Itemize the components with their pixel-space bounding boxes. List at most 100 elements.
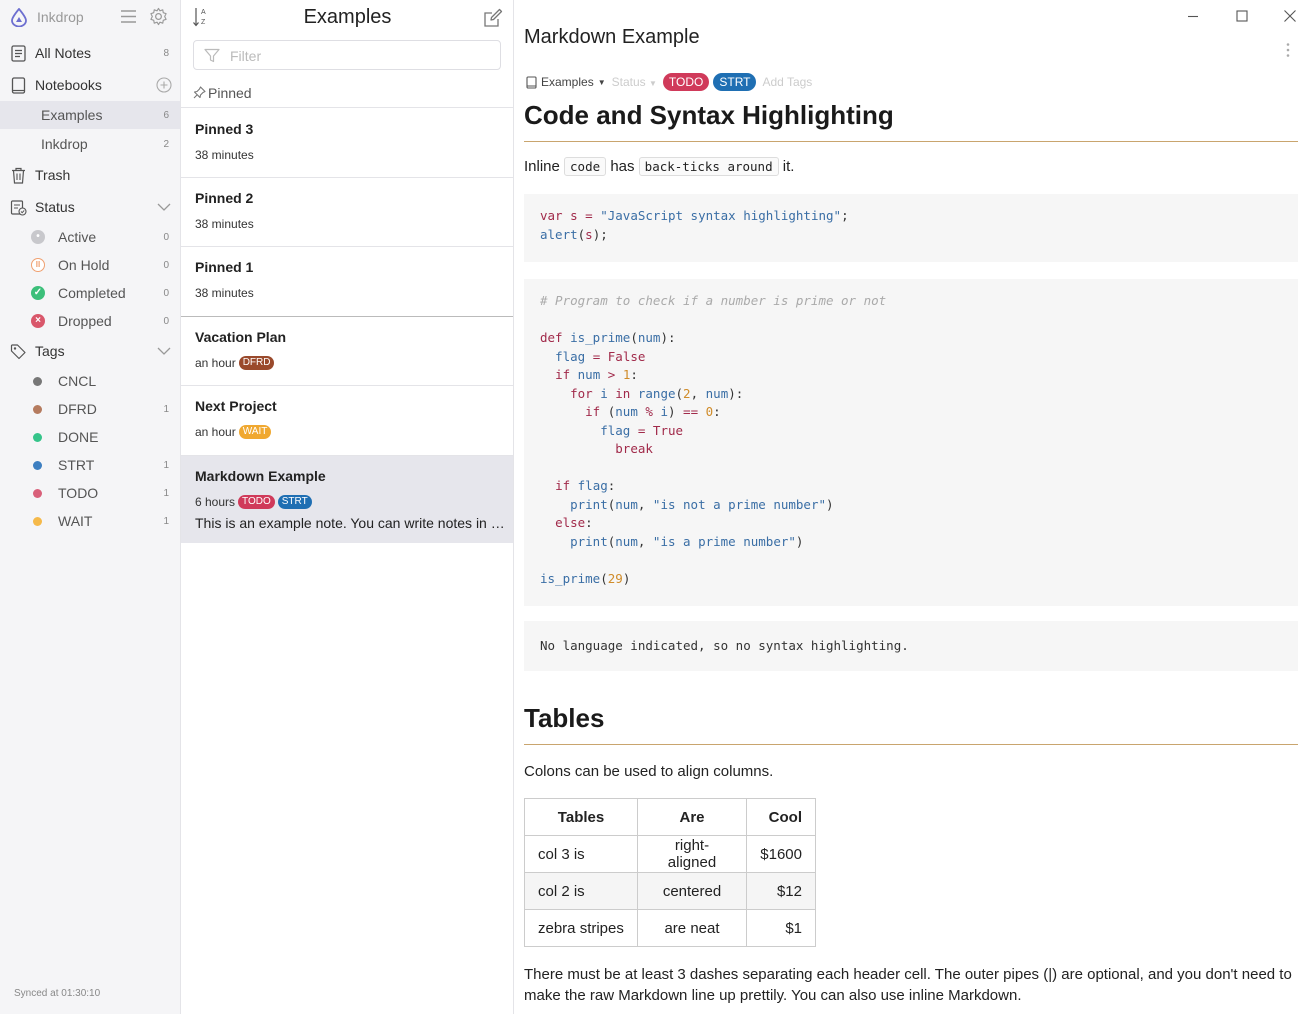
pin-icon xyxy=(193,86,206,99)
sidebar-item-status[interactable]: Status xyxy=(0,193,180,221)
status-icon xyxy=(10,200,27,216)
note-title[interactable]: Markdown Example xyxy=(524,26,700,49)
filter-icon xyxy=(204,48,220,63)
note-item[interactable]: Pinned 1 38 minutes xyxy=(181,247,513,317)
sidebar-header: Inkdrop xyxy=(0,0,180,34)
sidebar-item-tag-strt[interactable]: STRT 1 xyxy=(0,451,180,479)
caret-down-icon: ▼ xyxy=(597,77,606,87)
count: 0 xyxy=(163,260,169,271)
filter-input[interactable] xyxy=(230,46,490,66)
notebook-selector[interactable]: Examples ▼ xyxy=(526,75,606,89)
caret-down-icon: ▼ xyxy=(648,79,657,88)
tag-badge: TODO xyxy=(238,495,275,509)
note-title: Pinned 3 xyxy=(195,121,254,137)
markdown-table: Tables Are Cool col 3 is right-aligned $… xyxy=(524,798,816,947)
sidebar-item-tag-dfrd[interactable]: DFRD 1 xyxy=(0,395,180,423)
sidebar-item-label: CNCL xyxy=(58,373,97,389)
sidebar: Inkdrop All Notes 8 Notebooks Examples 6 xyxy=(0,0,181,1014)
active-status-icon: • xyxy=(31,230,45,244)
sidebar-item-tag-cncl[interactable]: CNCL xyxy=(0,367,180,395)
note-list: Examples A Z Pinned Pinned 3 38 minutes … xyxy=(181,0,514,1014)
tag-dot-icon xyxy=(33,517,42,526)
note-meta: 38 minutes xyxy=(195,286,254,300)
note-title: Vacation Plan xyxy=(195,329,287,345)
pinned-header: Pinned xyxy=(193,85,252,101)
sidebar-item-label: DFRD xyxy=(58,401,97,417)
tag-badge[interactable]: TODO xyxy=(662,73,710,91)
close-icon[interactable] xyxy=(1282,8,1298,24)
text: Inline xyxy=(524,158,560,175)
count: 2 xyxy=(163,139,169,150)
sidebar-item-all-notes[interactable]: All Notes 8 xyxy=(0,39,180,67)
table-cell: $1 xyxy=(746,909,816,947)
status-selector[interactable]: Status ▼ xyxy=(612,75,657,89)
note-time: 38 minutes xyxy=(195,217,254,231)
sidebar-item-tags[interactable]: Tags xyxy=(0,337,180,365)
paragraph-tables-outro: There must be at least 3 dashes separati… xyxy=(524,966,1292,1004)
note-item-selected[interactable]: Markdown Example 6 hours TODO STRT This … xyxy=(181,456,513,543)
heading-tables: Tables xyxy=(524,703,1298,745)
note-meta: an hour DFRD xyxy=(195,356,275,370)
note-item[interactable]: Vacation Plan an hour DFRD xyxy=(181,317,513,386)
menu-icon[interactable] xyxy=(120,9,137,24)
count: 0 xyxy=(163,316,169,327)
sidebar-item-status-completed[interactable]: ✓ Completed 0 xyxy=(0,279,180,307)
tag-badge: STRT xyxy=(277,495,312,509)
count: 8 xyxy=(163,48,169,59)
table-cell: $12 xyxy=(746,872,816,910)
sidebar-item-label: Inkdrop xyxy=(41,136,88,152)
status-label: Status xyxy=(611,75,646,89)
add-tags-input[interactable]: Add Tags xyxy=(762,75,812,89)
count: 0 xyxy=(163,232,169,243)
sidebar-item-label: TODO xyxy=(58,485,99,501)
sidebar-item-label: Completed xyxy=(58,285,126,301)
sidebar-item-label: Notebooks xyxy=(35,77,102,93)
tag-dot-icon xyxy=(33,489,42,498)
maximize-icon[interactable] xyxy=(1234,8,1250,24)
table-cell: right-aligned xyxy=(637,835,747,873)
sidebar-item-tag-done[interactable]: DONE xyxy=(0,423,180,451)
app-name: Inkdrop xyxy=(37,9,84,25)
more-options-icon[interactable] xyxy=(1284,42,1292,58)
tag-badge: DFRD xyxy=(238,356,275,370)
note-item[interactable]: Pinned 2 38 minutes xyxy=(181,178,513,247)
sort-icon[interactable]: A Z xyxy=(192,6,210,28)
on-hold-status-icon: II xyxy=(31,258,45,272)
sidebar-item-label: All Notes xyxy=(35,45,92,61)
sidebar-item-label: Status xyxy=(35,199,75,215)
code-block-javascript: var s = "JavaScript syntax highlighting"… xyxy=(524,194,1298,262)
note-list-title: Examples xyxy=(303,6,392,28)
table-header-cell: Are xyxy=(637,798,747,836)
sidebar-item-notebooks[interactable]: Notebooks xyxy=(0,71,180,99)
gear-icon[interactable] xyxy=(149,7,168,26)
chevron-down-icon[interactable] xyxy=(157,201,171,213)
completed-status-icon: ✓ xyxy=(31,286,45,300)
notebook-name: Examples xyxy=(541,75,594,89)
sidebar-item-status-on-hold[interactable]: II On Hold 0 xyxy=(0,251,180,279)
note-item[interactable]: Next Project an hour WAIT xyxy=(181,386,513,456)
minimize-icon[interactable] xyxy=(1185,8,1201,24)
note-item[interactable]: Pinned 3 38 minutes xyxy=(181,108,513,178)
chevron-down-icon[interactable] xyxy=(157,345,171,357)
filter-box xyxy=(193,40,501,70)
table-row: col 3 is right-aligned $1600 xyxy=(524,835,816,873)
new-note-icon[interactable] xyxy=(483,8,503,28)
table-cell: are neat xyxy=(637,909,747,947)
tag-badge[interactable]: STRT xyxy=(713,73,757,91)
count: 1 xyxy=(163,460,169,471)
paragraph-inline-code: Inline code has back-ticks around it. xyxy=(524,156,1298,177)
sidebar-item-status-dropped[interactable]: × Dropped 0 xyxy=(0,307,180,335)
sidebar-item-tag-wait[interactable]: WAIT 1 xyxy=(0,507,180,535)
add-notebook-icon[interactable] xyxy=(156,77,172,93)
sidebar-item-tag-todo[interactable]: TODO 1 xyxy=(0,479,180,507)
sidebar-item-label: Tags xyxy=(35,343,65,359)
note-meta: 38 minutes xyxy=(195,148,254,162)
dropped-status-icon: × xyxy=(31,314,45,328)
sidebar-item-notebook-inkdrop[interactable]: Inkdrop 2 xyxy=(0,130,180,158)
sidebar-item-trash[interactable]: Trash xyxy=(0,161,180,189)
text: it. xyxy=(782,158,795,175)
table-cell: zebra stripes xyxy=(524,909,638,947)
sidebar-item-status-active[interactable]: • Active 0 xyxy=(0,223,180,251)
sidebar-item-notebook-examples[interactable]: Examples 6 xyxy=(0,101,180,129)
note-title: Next Project xyxy=(195,398,277,414)
